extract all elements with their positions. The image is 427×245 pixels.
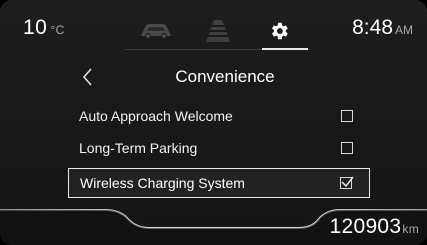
page-title: Convenience (175, 67, 275, 86)
time-ampm: AM (395, 23, 413, 37)
odometer-value: 120903 (329, 215, 402, 238)
gear-icon (272, 22, 288, 40)
car-icon (140, 24, 171, 39)
menu-item-wireless-charging-system[interactable]: Wireless Charging System (68, 168, 370, 198)
odometer-unit: km (402, 222, 419, 236)
tab-settings[interactable] (248, 12, 310, 50)
clock: 8:48 AM (352, 16, 413, 40)
temperature-value: 10 (23, 16, 48, 39)
outside-temperature: 10 °C (23, 16, 65, 40)
lane-road-icon (205, 20, 230, 42)
time-value: 8:48 (352, 16, 393, 39)
checkbox-unchecked[interactable] (341, 142, 353, 154)
odometer: 120903km (330, 215, 420, 239)
tab-vehicle[interactable] (125, 12, 187, 50)
chevron-left-icon (82, 68, 92, 86)
back-button[interactable] (78, 66, 98, 88)
menu-item-auto-approach-welcome[interactable]: Auto Approach Welcome (68, 101, 370, 131)
menu-item-long-term-parking[interactable]: Long-Term Parking (68, 133, 370, 163)
tab-bar (125, 12, 310, 50)
active-tab-indicator (262, 48, 308, 50)
tab-driving-assist[interactable] (187, 12, 249, 50)
menu-item-label: Auto Approach Welcome (79, 108, 233, 124)
checkmark-icon (341, 176, 354, 188)
checkbox-unchecked[interactable] (341, 110, 353, 122)
checkbox-checked[interactable] (340, 176, 354, 189)
cluster-screen: 10 °C 8:48 AM Convenience Auto Approach … (0, 0, 427, 245)
menu-item-label: Long-Term Parking (79, 140, 198, 156)
temperature-unit: °C (50, 23, 65, 37)
menu-item-label: Wireless Charging System (80, 175, 245, 191)
